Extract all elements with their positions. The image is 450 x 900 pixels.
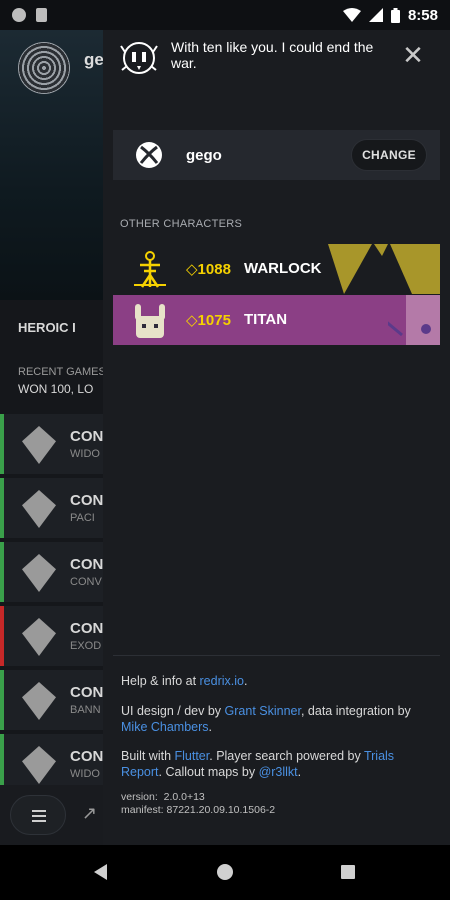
result-bar [0, 542, 4, 602]
game-title: CON [70, 748, 104, 765]
avatar [18, 42, 70, 94]
clock: 8:58 [407, 6, 438, 24]
game-title: CON [70, 556, 104, 573]
titan-icon [135, 304, 165, 338]
character-class: WARLOCK [244, 260, 322, 277]
game-map: CONV [70, 576, 102, 588]
character-row-titan[interactable]: ◇1075 TITAN [113, 295, 440, 345]
game-title: CON [70, 428, 104, 445]
game-map: PACI [70, 512, 95, 524]
integrator-link[interactable]: Mike Chambers [121, 720, 209, 734]
warlock-emblem [328, 244, 440, 294]
back-icon[interactable] [94, 864, 107, 880]
trend-icon[interactable]: ↗ [82, 803, 97, 824]
account-name: gego [186, 147, 222, 164]
game-title: CON [70, 620, 104, 637]
credits-built: Built with Flutter. Player search powere… [121, 749, 431, 780]
game-title: CON [70, 492, 104, 509]
warlock-icon [130, 249, 170, 289]
close-icon[interactable]: ✕ [399, 42, 427, 70]
design-prefix: UI design / dev by [121, 704, 225, 718]
result-bar [0, 414, 4, 474]
recent-games-summary: WON 100, LO [18, 382, 94, 396]
result-bar [0, 670, 4, 730]
built-suffix: . [297, 764, 302, 779]
sd-card-icon [36, 8, 47, 22]
game-mode-icon [22, 426, 56, 464]
system-nav-bar [0, 845, 450, 900]
manifest-line: manifest: 87221.20.09.10.1506-2 [121, 804, 276, 816]
recents-icon[interactable] [341, 865, 355, 879]
games-tab-button[interactable] [10, 795, 66, 835]
flutter-link[interactable]: Flutter [175, 749, 210, 763]
game-mode-icon [22, 682, 56, 720]
character-power: ◇1088 [186, 261, 231, 278]
credits-design: UI design / dev by Grant Skinner, data i… [121, 704, 431, 735]
ghost-shell-icon [120, 42, 158, 74]
titan-emblem [388, 295, 440, 345]
home-icon[interactable] [217, 864, 233, 880]
help-info: Help & info at redrix.io. [121, 674, 431, 690]
game-mode-icon [22, 746, 56, 784]
game-map: EXOD [70, 640, 102, 652]
quote-text: With ten like you. I could end the war. [171, 39, 374, 71]
character-row-warlock[interactable]: ◇1088 WARLOCK [113, 244, 440, 294]
recent-games-label: RECENT GAMES [18, 366, 106, 378]
maps-author-link[interactable]: @r3llkt [259, 765, 298, 779]
other-characters-heading: OTHER CHARACTERS [120, 218, 243, 230]
game-mode-icon [22, 554, 56, 592]
built-prefix: Built with [121, 749, 175, 763]
status-bar: 8:58 [0, 0, 450, 30]
design-suffix: . [208, 719, 213, 734]
result-bar [0, 606, 4, 666]
game-map: BANN [70, 704, 101, 716]
change-account-button[interactable]: CHANGE [351, 139, 427, 171]
game-map: WIDO [70, 448, 100, 460]
notification-icon [12, 8, 26, 22]
game-title: CON [70, 684, 104, 701]
game-mode-icon [22, 618, 56, 656]
list-icon [32, 810, 46, 822]
side-drawer: With ten like you. I could end the war. … [103, 0, 450, 845]
wifi-icon [342, 8, 361, 22]
rank-label: HEROIC I [18, 320, 76, 335]
battery-icon [390, 7, 400, 23]
game-mode-icon [22, 490, 56, 528]
version-line: version: 2.0.0+13 [121, 791, 205, 803]
design-mid: , data integration by [300, 704, 411, 718]
help-suffix: . [243, 674, 248, 688]
signal-icon [368, 8, 383, 22]
xbox-icon [136, 142, 162, 168]
help-prefix: Help & info at [121, 674, 200, 688]
game-map: WIDO [70, 768, 100, 780]
built-mid2: . Callout maps by [158, 764, 259, 779]
character-power: ◇1075 [186, 312, 231, 329]
version-info: version: 2.0.0+13 manifest: 87221.20.09.… [121, 791, 431, 817]
result-bar [0, 478, 4, 538]
built-mid: . Player search powered by [209, 749, 364, 763]
divider [113, 655, 440, 656]
account-row: gego CHANGE [113, 130, 440, 180]
designer-link[interactable]: Grant Skinner [225, 704, 301, 718]
profile-name: ge [84, 50, 104, 69]
redrix-link[interactable]: redrix.io [200, 674, 244, 688]
character-class: TITAN [244, 311, 288, 328]
